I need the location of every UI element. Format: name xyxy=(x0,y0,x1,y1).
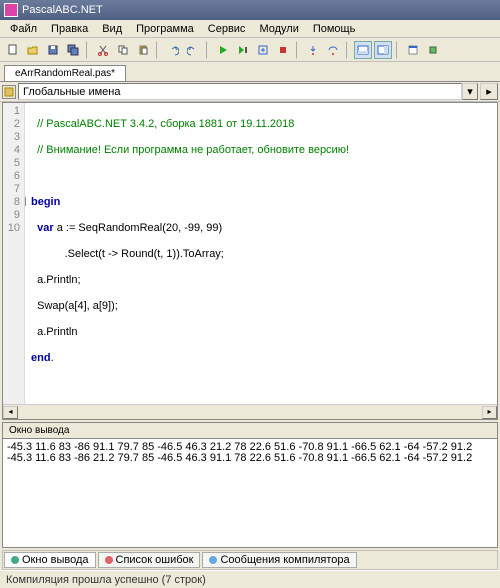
window-title: PascalABC.NET xyxy=(22,4,103,16)
code-line: var a := SeqRandomReal(20, -99, 99) xyxy=(31,222,497,235)
menu-service[interactable]: Сервис xyxy=(202,22,252,36)
menu-help[interactable]: Помощь xyxy=(307,22,362,36)
file-tab[interactable]: eArrRandomReal.pas* xyxy=(4,65,126,81)
toolbar-separator xyxy=(396,41,400,59)
dot-icon xyxy=(105,556,113,564)
stop-button[interactable] xyxy=(274,41,292,59)
tab-label: Список ошибок xyxy=(116,554,194,566)
code-line: Swap(a[4], a[9]); xyxy=(31,300,497,313)
run-button[interactable] xyxy=(214,41,232,59)
scope-icon xyxy=(2,85,16,99)
menu-bar: Файл Правка Вид Программа Сервис Модули … xyxy=(0,20,500,38)
menu-view[interactable]: Вид xyxy=(96,22,128,36)
code-line: // Внимание! Если программа не работает,… xyxy=(31,144,497,157)
chevron-down-icon: ▾ xyxy=(467,85,473,98)
toolbar-separator xyxy=(86,41,90,59)
output-panel-title: Окно вывода xyxy=(2,422,498,438)
toolbar-separator xyxy=(206,41,210,59)
editor: 12345678910 // PascalABC.NET 3.4.2, сбор… xyxy=(2,102,498,420)
nav-forward-button[interactable]: ▸ xyxy=(480,83,498,100)
horizontal-scrollbar[interactable]: ◂ ▸ xyxy=(3,404,497,419)
code-line: // PascalABC.NET 3.4.2, сборка 1881 от 1… xyxy=(31,118,497,131)
tab-output[interactable]: Окно вывода xyxy=(4,552,96,568)
scope-dropdown-arrow[interactable]: ▾ xyxy=(462,83,478,100)
tab-label: Сообщения компилятора xyxy=(220,554,349,566)
menu-program[interactable]: Программа xyxy=(130,22,200,36)
scope-bar: Глобальные имена ▾ ▸ xyxy=(0,82,500,102)
line-gutter: 12345678910 xyxy=(3,103,25,404)
dot-icon xyxy=(11,556,19,564)
status-text: Компиляция прошла успешно (7 строк) xyxy=(6,574,206,586)
dot-icon xyxy=(209,556,217,564)
app-icon xyxy=(4,3,18,17)
intellisense-button[interactable] xyxy=(424,41,442,59)
menu-modules[interactable]: Модули xyxy=(253,22,304,36)
toolbar xyxy=(0,38,500,62)
scroll-left-arrow[interactable]: ◂ xyxy=(3,406,18,419)
code-line: a.Println; xyxy=(31,274,497,287)
tab-label: Окно вывода xyxy=(22,554,89,566)
scope-selector[interactable]: Глобальные имена xyxy=(18,83,462,100)
open-button[interactable] xyxy=(24,41,42,59)
toggle-panel-button[interactable] xyxy=(374,41,392,59)
save-button[interactable] xyxy=(44,41,62,59)
save-all-button[interactable] xyxy=(64,41,82,59)
fold-toggle[interactable]: − xyxy=(25,197,26,206)
status-bar: Компиляция прошла успешно (7 строк) xyxy=(0,570,500,588)
toolbar-separator xyxy=(156,41,160,59)
scope-label: Глобальные имена xyxy=(23,86,121,98)
code-line: end. xyxy=(31,352,497,365)
output-panel[interactable]: -45.3 11.6 83 -86 91.1 79.7 85 -46.5 46.… xyxy=(2,438,498,548)
step-into-button[interactable] xyxy=(304,41,322,59)
step-over-button[interactable] xyxy=(324,41,342,59)
undo-button[interactable] xyxy=(164,41,182,59)
menu-edit[interactable]: Правка xyxy=(45,22,94,36)
toolbar-separator xyxy=(346,41,350,59)
code-line: a.Println xyxy=(31,326,497,339)
tab-errors[interactable]: Список ошибок xyxy=(98,552,201,568)
editor-tabs: eArrRandomReal.pas* xyxy=(0,62,500,82)
copy-button[interactable] xyxy=(114,41,132,59)
new-button[interactable] xyxy=(4,41,22,59)
arrow-right-icon: ▸ xyxy=(486,85,492,98)
toggle-output-button[interactable] xyxy=(354,41,372,59)
tab-compiler[interactable]: Сообщения компилятора xyxy=(202,552,356,568)
paste-button[interactable] xyxy=(134,41,152,59)
menu-file[interactable]: Файл xyxy=(4,22,43,36)
toolbar-separator xyxy=(296,41,300,59)
window-titlebar: PascalABC.NET xyxy=(0,0,500,20)
code-line: −begin xyxy=(31,196,497,209)
form-designer-button[interactable] xyxy=(404,41,422,59)
code-editor[interactable]: // PascalABC.NET 3.4.2, сборка 1881 от 1… xyxy=(25,103,497,404)
bottom-tabs: Окно вывода Список ошибок Сообщения комп… xyxy=(2,550,498,570)
cut-button[interactable] xyxy=(94,41,112,59)
output-line: -45.3 11.6 83 -86 21.2 79.7 85 -46.5 46.… xyxy=(7,453,493,464)
code-line xyxy=(31,170,497,183)
run-no-debug-button[interactable] xyxy=(234,41,252,59)
code-line: .Select(t -> Round(t, 1)).ToArray; xyxy=(31,248,497,261)
redo-button[interactable] xyxy=(184,41,202,59)
compile-button[interactable] xyxy=(254,41,272,59)
scroll-right-arrow[interactable]: ▸ xyxy=(482,406,497,419)
